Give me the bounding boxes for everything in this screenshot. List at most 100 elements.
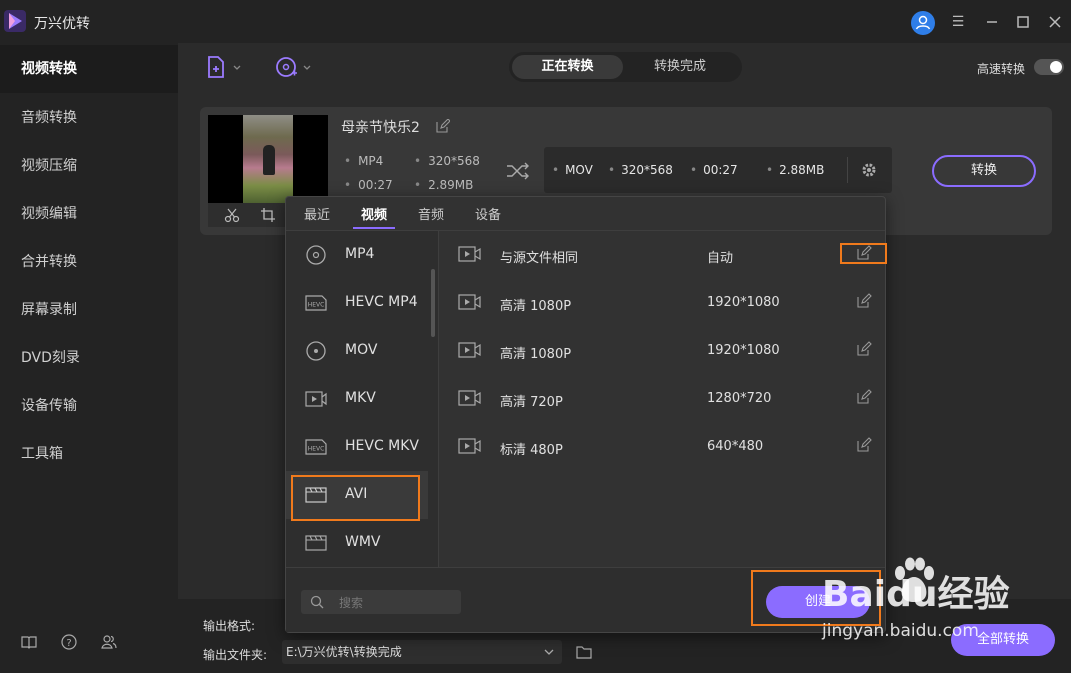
tab-converted[interactable]: 转换完成 [623,55,737,79]
quality-name: 高清 1080P [500,299,572,314]
sidebar: 视频转换 音频转换 视频压缩 视频编辑 合并转换 屏幕录制 DVD刻录 设备传输… [0,43,178,673]
quality-resolution: 1920*1080 [707,295,780,310]
menu-icon[interactable]: ☰ [948,12,968,32]
paw-logo-icon [895,557,934,602]
tab-recent[interactable]: 最近 [304,204,330,223]
sidebar-item-video-compress[interactable]: 视频压缩 [0,142,178,190]
video-preset-icon [458,438,481,454]
video-thumbnail[interactable] [208,115,328,203]
users-icon[interactable] [100,633,118,651]
format-label: HEVC MP4 [345,294,418,310]
format-item-mov[interactable]: MOV [286,327,428,375]
edit-name-icon[interactable] [436,119,450,133]
tab-converting[interactable]: 正在转换 [512,55,623,79]
quality-name: 标清 480P [500,443,563,458]
folder-icon[interactable] [576,645,592,659]
toggle-knob [1050,61,1062,73]
format-item-mp4[interactable]: MP4 [286,231,428,279]
format-label: MOV [345,342,378,358]
quality-name: 与源文件相同 [500,251,579,266]
output-format-label: 输出格式: [203,619,256,633]
disc-icon [306,245,326,265]
sidebar-item-device-transfer[interactable]: 设备传输 [0,382,178,430]
chevron-down-icon [544,649,554,655]
quality-row[interactable]: 高清 1080P 1920*1080 [439,279,885,327]
fast-convert-toggle[interactable] [1034,59,1064,75]
svg-text:?: ? [66,638,71,649]
sidebar-item-toolbox[interactable]: 工具箱 [0,430,178,478]
crop-icon[interactable] [260,207,276,223]
quality-name: 高清 720P [500,395,563,410]
tab-video[interactable]: 视频 [361,204,387,223]
source-duration: 00:27 [344,178,393,192]
add-file-icon[interactable] [206,55,246,81]
quality-row[interactable]: 与源文件相同 自动 [439,231,885,279]
target-resolution: 320*568 [608,163,673,177]
tab-audio[interactable]: 音频 [418,204,444,223]
sidebar-item-screen-record[interactable]: 屏幕录制 [0,286,178,334]
output-folder-label: 输出文件夹: [203,648,268,662]
shuffle-icon [507,162,529,180]
thumbnail-figure [263,145,275,175]
convert-button[interactable]: 转换 [932,155,1036,187]
active-tab-indicator [353,227,395,229]
video-preset-icon [458,390,481,406]
source-format: MP4 [344,154,383,168]
minimize-icon[interactable] [982,12,1002,32]
edit-icon[interactable] [856,437,872,453]
sidebar-item-audio-convert[interactable]: 音频转换 [0,94,178,142]
clapper-icon [305,535,327,551]
quality-row[interactable]: 高清 1080P 1920*1080 [439,327,885,375]
format-label: MP4 [345,246,375,262]
scissors-icon[interactable] [224,207,240,223]
format-item-hevc-mp4[interactable]: HEVC HEVC MP4 [286,279,428,327]
output-path: E:\万兴优转\转换完成 [286,645,402,659]
gear-icon[interactable] [861,162,877,178]
format-list-scrollbar[interactable] [431,269,435,337]
add-disc-icon[interactable] [275,55,315,81]
quality-row[interactable]: 高清 720P 1280*720 [439,375,885,423]
quality-resolution: 1280*720 [707,391,772,406]
divider [847,157,848,183]
target-format-box[interactable]: MOV 320*568 00:27 2.88MB [544,147,892,193]
sidebar-item-dvd-burn[interactable]: DVD刻录 [0,334,178,382]
quality-resolution: 640*480 [707,439,764,454]
help-icon[interactable]: ? [60,633,78,651]
sidebar-item-merge[interactable]: 合并转换 [0,238,178,286]
format-label: MKV [345,390,376,406]
video-preset-icon [458,294,481,310]
format-label: WMV [345,534,381,550]
format-item-wmv[interactable]: WMV [286,519,428,567]
format-search-input[interactable]: 搜索 [301,590,461,614]
highlight-edit-box [840,243,887,264]
app-title: 万兴优转 [34,16,90,32]
title-bar: 万兴优转 ☰ [0,0,1071,43]
search-icon [310,595,324,609]
source-resolution: 320*568 [414,154,480,168]
format-item-hevc-mkv[interactable]: HEVC HEVC MKV [286,423,428,471]
maximize-icon[interactable] [1013,12,1033,32]
highlight-avi-box [291,475,420,521]
convert-status-tabs: 正在转换 转换完成 [509,52,742,82]
source-size: 2.89MB [414,178,473,192]
tab-device[interactable]: 设备 [475,204,501,223]
output-path-select[interactable]: E:\万兴优转\转换完成 [282,640,562,664]
format-label: HEVC MKV [345,438,420,454]
sidebar-item-video-edit[interactable]: 视频编辑 [0,190,178,238]
quality-resolution: 1920*1080 [707,343,780,358]
quality-row[interactable]: 标清 480P 640*480 [439,423,885,471]
target-duration: 00:27 [690,163,738,177]
format-item-mkv[interactable]: MKV [286,375,428,423]
close-icon[interactable] [1045,12,1065,32]
edit-icon[interactable] [856,293,872,309]
sidebar-item-video-convert[interactable]: 视频转换 [0,45,178,93]
app-logo-icon [4,10,26,32]
edit-icon[interactable] [856,389,872,405]
file-name: 母亲节快乐2 [341,120,420,136]
book-icon[interactable] [20,633,38,651]
user-avatar[interactable] [911,11,935,35]
target-size: 2.88MB [766,163,824,177]
baidu-watermark: Baidu经验 jingyan.baidu.com [822,557,1009,641]
edit-icon[interactable] [856,341,872,357]
quality-name: 高清 1080P [500,347,572,362]
